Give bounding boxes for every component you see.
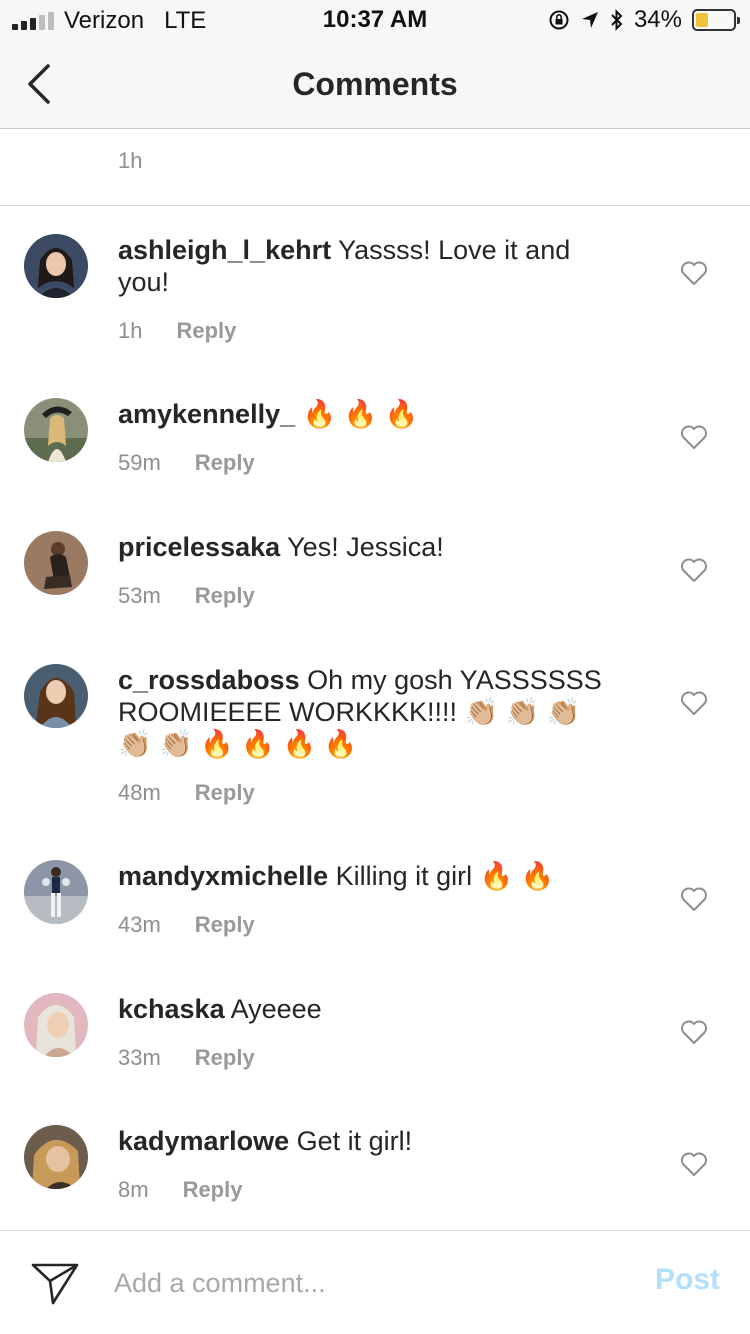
comment-text: pricelessaka Yes! Jessica! — [118, 531, 618, 563]
battery-level — [696, 13, 709, 27]
comment-meta: 1h Reply — [118, 318, 236, 344]
comment-username[interactable]: kchaska — [118, 994, 225, 1024]
comment-username[interactable]: kadymarlowe — [118, 1126, 289, 1156]
battery-percent: 34% — [633, 6, 682, 33]
reply-button[interactable]: Reply — [195, 912, 255, 938]
comment-username[interactable]: c_rossdaboss — [118, 665, 300, 695]
comment-timestamp: 53m — [118, 583, 161, 608]
post-button[interactable]: Post — [655, 1263, 720, 1297]
comment-text: mandyxmichelle Killing it girl 🔥 🔥 — [118, 860, 618, 892]
caption-divider — [0, 205, 750, 206]
comment-body: 🔥 🔥 🔥 — [302, 399, 419, 429]
comment-meta: 53m Reply — [118, 583, 255, 609]
comment-timestamp: 8m — [118, 1177, 149, 1202]
comment-meta: 59m Reply — [118, 450, 255, 476]
reply-button[interactable]: Reply — [195, 450, 255, 476]
comment-body: Ayeeee — [230, 994, 322, 1024]
comment-text: amykennelly_ 🔥 🔥 🔥 — [118, 398, 618, 430]
comment-input-bar: Post — [0, 1230, 750, 1334]
paper-plane-icon — [31, 1263, 79, 1305]
bluetooth-icon — [611, 9, 623, 31]
caption-timestamp: 1h — [118, 148, 143, 173]
heart-icon[interactable] — [680, 886, 708, 912]
reply-button[interactable]: Reply — [176, 318, 236, 344]
heart-icon[interactable] — [680, 1151, 708, 1177]
status-bar: Verizon LTE 10:37 AM 34% — [0, 0, 750, 40]
avatar[interactable] — [24, 398, 88, 462]
avatar[interactable] — [24, 1125, 88, 1189]
comment-timestamp: 48m — [118, 780, 161, 805]
comment-username[interactable]: pricelessaka — [118, 532, 280, 562]
avatar[interactable] — [24, 234, 88, 298]
orientation-lock-icon — [549, 10, 569, 30]
comment-timestamp: 33m — [118, 1045, 161, 1070]
reply-button[interactable]: Reply — [195, 1045, 255, 1071]
heart-icon[interactable] — [680, 260, 708, 286]
avatar[interactable] — [24, 531, 88, 595]
reply-button[interactable]: Reply — [195, 583, 255, 609]
reply-button[interactable]: Reply — [195, 780, 255, 806]
direct-share-button[interactable] — [30, 1259, 80, 1307]
comment-input[interactable] — [114, 1261, 614, 1305]
avatar[interactable] — [24, 860, 88, 924]
location-arrow-icon — [581, 12, 598, 28]
comment-username[interactable]: amykennelly_ — [118, 399, 295, 429]
comment-body: Killing it girl 🔥 🔥 — [335, 861, 555, 891]
heart-icon[interactable] — [680, 690, 708, 716]
page-title: Comments — [292, 66, 458, 102]
reply-button[interactable]: Reply — [183, 1177, 243, 1203]
navigation-bar: Comments — [0, 40, 750, 129]
status-right: 34% — [548, 6, 740, 34]
comment-text: kadymarlowe Get it girl! — [118, 1125, 618, 1157]
comment-body: Get it girl! — [296, 1126, 413, 1156]
comment-text: c_rossdaboss Oh my gosh YASSSSSS ROOMIEE… — [118, 664, 618, 760]
comment-username[interactable]: mandyxmichelle — [118, 861, 328, 891]
comment-meta: 33m Reply — [118, 1045, 255, 1071]
comment-timestamp: 1h — [118, 318, 143, 343]
comment-timestamp: 59m — [118, 450, 161, 475]
comment-username[interactable]: ashleigh_l_kehrt — [118, 235, 331, 265]
avatar[interactable] — [24, 664, 88, 728]
battery-icon — [692, 9, 740, 31]
heart-icon[interactable] — [680, 557, 708, 583]
comment-meta: 48m Reply — [118, 780, 255, 806]
comment-meta: 43m Reply — [118, 912, 255, 938]
comment-body: Yes! Jessica! — [287, 532, 444, 562]
comment-text: ashleigh_l_kehrt Yassss! Love it and you… — [118, 234, 618, 298]
heart-icon[interactable] — [680, 1019, 708, 1045]
heart-icon[interactable] — [680, 424, 708, 450]
avatar[interactable] — [24, 993, 88, 1057]
comment-timestamp: 43m — [118, 912, 161, 937]
comment-meta: 8m Reply — [118, 1177, 242, 1203]
comment-text: kchaska Ayeeee — [118, 993, 618, 1025]
